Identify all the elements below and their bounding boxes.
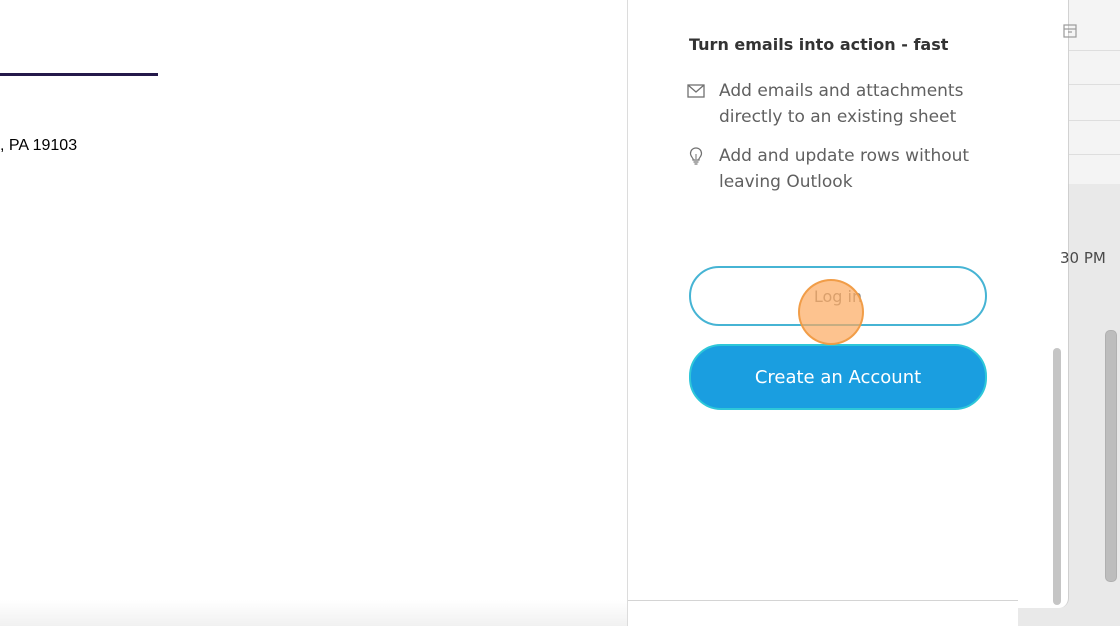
reading-pane-edge bbox=[1018, 0, 1069, 608]
feature-update-rows-text: Add and update rows without leaving Outl… bbox=[719, 146, 970, 192]
list-divider bbox=[1069, 120, 1120, 121]
click-indicator bbox=[798, 279, 864, 345]
feature-update-rows: Add and update rows without leaving Outl… bbox=[686, 143, 1006, 195]
feature-add-emails-text: Add emails and attachments directly to a… bbox=[719, 81, 964, 127]
list-divider bbox=[1069, 50, 1120, 51]
list-divider bbox=[1069, 154, 1120, 155]
message-time: 30 PM bbox=[1060, 249, 1106, 267]
envelope-icon bbox=[686, 81, 706, 101]
scrollbar[interactable] bbox=[1053, 348, 1061, 605]
list-divider bbox=[1069, 84, 1120, 85]
email-address-text: , PA 19103 bbox=[0, 137, 78, 154]
email-bottom-fade bbox=[0, 600, 627, 626]
scrollbar[interactable] bbox=[1105, 330, 1117, 582]
create-account-button[interactable]: Create an Account bbox=[689, 344, 987, 410]
signature-divider bbox=[0, 73, 158, 76]
message-list-panel bbox=[1063, 0, 1120, 184]
archive-icon[interactable] bbox=[1061, 22, 1079, 40]
feature-add-emails: Add emails and attachments directly to a… bbox=[686, 78, 1006, 130]
email-body: , PA 19103 bbox=[0, 0, 627, 626]
pane-bottom-divider bbox=[628, 600, 1019, 601]
lightbulb-icon bbox=[686, 146, 706, 166]
addin-pane: Turn emails into action - fast Add email… bbox=[627, 0, 1019, 626]
pane-heading: Turn emails into action - fast bbox=[689, 35, 949, 54]
